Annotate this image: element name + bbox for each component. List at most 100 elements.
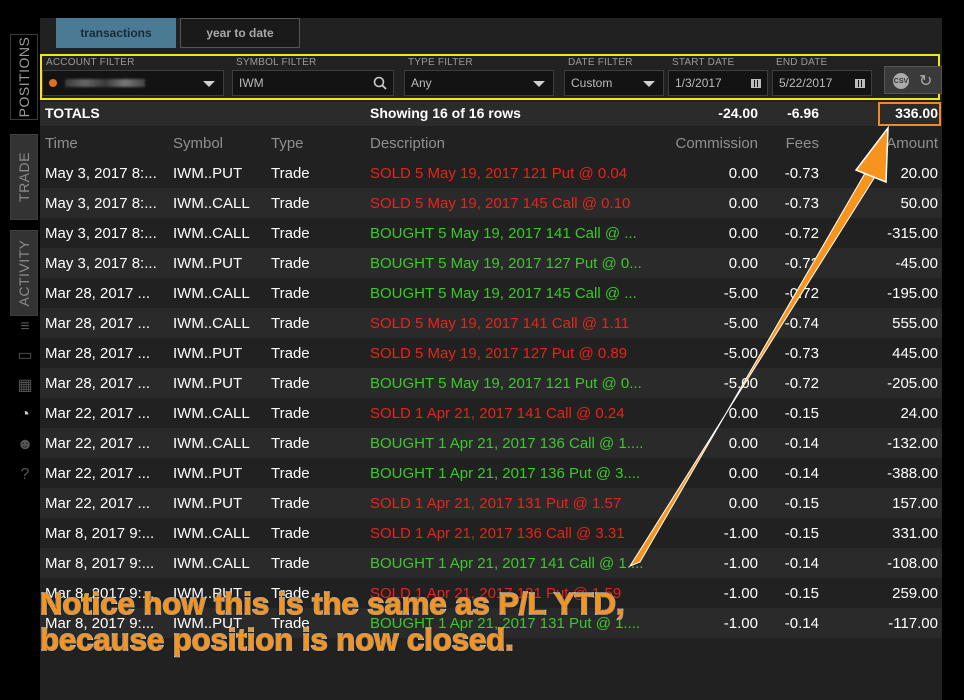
cell-description: SOLD 5 May 19, 2017 141 Call @ 1.11 xyxy=(370,315,630,332)
row-count: Showing 16 of 16 rows xyxy=(370,105,521,121)
cell-amount: -195.00 xyxy=(887,285,938,302)
cell-fees: -0.14 xyxy=(784,615,819,632)
cell-fees: -0.15 xyxy=(784,585,819,602)
cell-commission: -5.00 xyxy=(723,285,758,302)
people-icon[interactable]: ☻ xyxy=(14,434,36,456)
table-row[interactable]: Mar 22, 2017 ... IWM..PUT Trade SOLD 1 Apr … xyxy=(40,488,942,518)
chevron-down-icon xyxy=(203,81,215,87)
chart-icon[interactable]: ▦ xyxy=(14,374,36,396)
tab-positions[interactable]: POSITIONS xyxy=(10,34,38,120)
search-icon[interactable] xyxy=(373,76,387,90)
totals-amount-highlight xyxy=(878,102,941,126)
csv-export-icon[interactable]: CSV xyxy=(893,73,909,89)
totals-row: TOTALS Showing 16 of 16 rows -24.00 -6.9… xyxy=(40,102,942,126)
column-amount[interactable]: Amount xyxy=(860,135,938,152)
column-commission[interactable]: Commission xyxy=(660,135,758,152)
table-row[interactable]: May 3, 2017 8:... IWM..PUT Trade BOUGHT 5 M… xyxy=(40,248,942,278)
table-row[interactable]: Mar 28, 2017 ... IWM..PUT Trade BOUGHT 5 Ma… xyxy=(40,368,942,398)
cell-description: BOUGHT 5 May 19, 2017 141 Call @ ... xyxy=(370,225,637,242)
list-icon[interactable]: ≡ xyxy=(14,316,36,338)
cell-type: Trade xyxy=(271,195,310,212)
table-row[interactable]: Mar 8, 2017 9:... IWM..CALL Trade BOUGHT 1 … xyxy=(40,548,942,578)
cell-symbol: IWM..PUT xyxy=(173,375,243,392)
cell-time: May 3, 2017 8:... xyxy=(45,255,157,272)
table-row[interactable]: Mar 28, 2017 ... IWM..PUT Trade SOLD 5 May … xyxy=(40,338,942,368)
calendar-icon[interactable] xyxy=(855,79,865,88)
table-row[interactable]: Mar 28, 2017 ... IWM..CALL Trade SOLD 5 May… xyxy=(40,308,942,338)
refresh-icon[interactable]: ↻ xyxy=(919,71,932,91)
view-tabs: transactions year to date xyxy=(56,18,304,48)
column-time[interactable]: Time xyxy=(45,135,78,152)
table-row[interactable]: Mar 8, 2017 9:... IWM..CALL Trade SOLD 1 Ap… xyxy=(40,518,942,548)
cell-description: BOUGHT 5 May 19, 2017 121 Put @ 0... xyxy=(370,375,642,392)
cell-commission: 0.00 xyxy=(728,165,758,182)
export-actions: CSV ↻ xyxy=(884,66,942,94)
cell-time: Mar 28, 2017 ... xyxy=(45,375,151,392)
table-header: Time Symbol Type Description Commission … xyxy=(40,128,942,158)
cell-amount: -132.00 xyxy=(887,435,938,452)
start-date-input[interactable]: 1/3/2017 xyxy=(668,70,768,96)
cell-type: Trade xyxy=(271,405,310,422)
tab-activity[interactable]: ACTIVITY xyxy=(10,230,38,316)
cell-time: May 3, 2017 8:... xyxy=(45,195,157,212)
cell-type: Trade xyxy=(271,255,310,272)
start-date-value: 1/3/2017 xyxy=(675,76,722,90)
cell-symbol: IWM..CALL xyxy=(173,405,250,422)
cell-time: Mar 8, 2017 9:... xyxy=(45,555,155,572)
table-row[interactable]: Mar 28, 2017 ... IWM..CALL Trade BOUGHT 5 M… xyxy=(40,278,942,308)
column-symbol[interactable]: Symbol xyxy=(173,135,223,152)
cell-symbol: IWM..CALL xyxy=(173,285,250,302)
table-row[interactable]: Mar 22, 2017 ... IWM..CALL Trade BOUGHT 1 A… xyxy=(40,428,942,458)
cell-commission: -5.00 xyxy=(723,375,758,392)
cell-description: BOUGHT 5 May 19, 2017 127 Put @ 0... xyxy=(370,255,642,272)
cell-fees: -0.73 xyxy=(784,195,819,212)
account-select[interactable] xyxy=(42,70,224,96)
cell-symbol: IWM..PUT xyxy=(173,345,243,362)
tv-icon[interactable]: ▭ xyxy=(14,344,36,366)
end-date[interactable]: END DATE 5/22/2017 xyxy=(772,56,872,98)
start-date[interactable]: START DATE 1/3/2017 xyxy=(668,56,768,98)
cell-time: May 3, 2017 8:... xyxy=(45,225,157,242)
cell-amount: 555.00 xyxy=(892,315,938,332)
monitor-icon[interactable]: ◔ xyxy=(14,404,36,426)
date-select[interactable]: Custom xyxy=(564,70,664,96)
tab-positions-label: POSITIONS xyxy=(16,36,32,118)
table-row[interactable]: Mar 22, 2017 ... IWM..PUT Trade BOUGHT 1 Ap… xyxy=(40,458,942,488)
table-row[interactable]: May 3, 2017 8:... IWM..CALL Trade SOLD 5 Ma… xyxy=(40,188,942,218)
column-description[interactable]: Description xyxy=(370,135,445,152)
calendar-icon[interactable] xyxy=(751,79,761,88)
column-fees[interactable]: Fees xyxy=(765,135,819,152)
cell-type: Trade xyxy=(271,465,310,482)
cell-type: Trade xyxy=(271,315,310,332)
help-icon[interactable]: ? xyxy=(14,464,36,486)
type-select[interactable]: Any xyxy=(404,70,554,96)
cell-time: Mar 22, 2017 ... xyxy=(45,405,151,422)
symbol-input[interactable]: IWM xyxy=(232,70,394,96)
cell-time: Mar 22, 2017 ... xyxy=(45,435,151,452)
column-type[interactable]: Type xyxy=(271,135,304,152)
cell-fees: -0.72 xyxy=(784,285,819,302)
tab-trade[interactable]: TRADE xyxy=(10,134,38,220)
cell-time: Mar 28, 2017 ... xyxy=(45,285,151,302)
account-filter[interactable]: ACCOUNT FILTER xyxy=(42,56,224,98)
totals-label: TOTALS xyxy=(45,105,100,121)
table-row[interactable]: May 3, 2017 8:... IWM..CALL Trade BOUGHT 5 … xyxy=(40,218,942,248)
cell-commission: -5.00 xyxy=(723,345,758,362)
symbol-filter-label: SYMBOL FILTER xyxy=(236,57,317,68)
table-row[interactable]: Mar 22, 2017 ... IWM..CALL Trade SOLD 1 Apr… xyxy=(40,398,942,428)
type-filter[interactable]: TYPE FILTER Any xyxy=(404,56,554,98)
table-row[interactable]: May 3, 2017 8:... IWM..PUT Trade SOLD 5 May… xyxy=(40,158,942,188)
cell-commission: 0.00 xyxy=(728,435,758,452)
tab-transactions[interactable]: transactions xyxy=(56,18,176,48)
cell-commission: -1.00 xyxy=(723,525,758,542)
tab-year-to-date[interactable]: year to date xyxy=(180,18,300,48)
cell-amount: 24.00 xyxy=(900,405,938,422)
end-date-input[interactable]: 5/22/2017 xyxy=(772,70,872,96)
tab-activity-label: ACTIVITY xyxy=(16,239,32,307)
date-filter[interactable]: DATE FILTER Custom xyxy=(564,56,664,98)
annotation-line-2: because position is now closed. xyxy=(39,621,514,658)
cell-type: Trade xyxy=(271,555,310,572)
filter-bar: ACCOUNT FILTER SYMBOL FILTER IWM TYPE FI… xyxy=(40,54,940,100)
cell-fees: -0.72 xyxy=(784,225,819,242)
symbol-filter[interactable]: SYMBOL FILTER IWM xyxy=(232,56,394,98)
